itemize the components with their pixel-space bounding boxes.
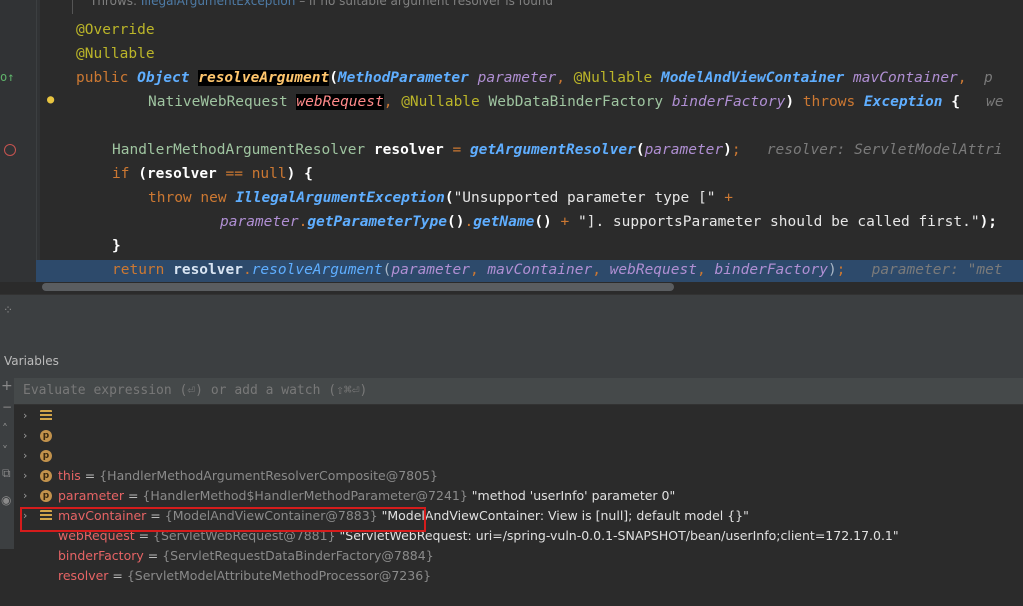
code-line-override: @Override [76, 22, 155, 38]
expand-chevron-icon[interactable]: › [23, 446, 31, 466]
param-icon: p [40, 470, 52, 482]
variable-row-mavcontainer[interactable]: › p mavContainer = {ModelAndViewContaine… [14, 446, 749, 523]
javadoc-exception-link[interactable]: IllegalArgumentException [141, 0, 296, 8]
expand-chevron-icon[interactable]: › [23, 406, 31, 426]
implements-gutter-icon[interactable]: o↑ [0, 70, 14, 84]
code-editor[interactable]: Throws: IllegalArgumentException – if no… [0, 0, 1023, 294]
debugger-subbar [0, 321, 1023, 347]
code-line-throw-message: parameter.getParameterType().getName() +… [220, 214, 998, 230]
code-line-method-signature: public Object resolveArgument(MethodPara… [76, 70, 993, 86]
code-line-get-resolver: HandlerMethodArgumentResolver resolver =… [112, 142, 1003, 158]
code-line-throw: throw new IllegalArgumentException("Unsu… [148, 190, 733, 206]
javadoc-throws: Throws: IllegalArgumentException – if no… [90, 0, 553, 8]
code-line-if-null: if (resolver == null) { [112, 166, 313, 182]
watch-input[interactable]: Evaluate expression (⏎) or add a watch (… [14, 378, 1023, 405]
code-line-return: return resolver.resolveArgument(paramete… [112, 262, 1003, 278]
breakpoint-icon[interactable] [4, 144, 16, 156]
doc-fold-bar [72, 0, 73, 14]
variable-row-webrequest[interactable]: › p webRequest = {ServletWebRequest@7881… [14, 466, 899, 543]
view-icon[interactable]: ◉ [1, 493, 11, 507]
variables-title: Variables [4, 354, 59, 368]
code-line-signature-cont: NativeWebRequest webRequest, @Nullable W… [148, 94, 1004, 110]
code-line-close-brace: } [112, 238, 121, 254]
variable-row-parameter[interactable]: › p parameter = {HandlerMethod$HandlerMe… [14, 426, 675, 503]
code-line-nullable: @Nullable [76, 46, 155, 62]
param-icon: p [40, 490, 52, 502]
highlight-box-resolver [20, 507, 426, 532]
horizontal-scrollbar[interactable] [42, 283, 674, 291]
remove-watch-icon[interactable]: − [2, 400, 12, 414]
debugger-toolbar: ⁘ [0, 294, 1023, 322]
move-up-icon[interactable]: ˄ [2, 422, 8, 436]
variable-row-binderfactory[interactable]: › p binderFactory = {ServletRequestDataB… [14, 486, 434, 563]
variable-row-this[interactable]: › this = {HandlerMethodArgumentResolverC… [14, 406, 438, 483]
copy-icon[interactable]: ⧉ [2, 466, 11, 481]
param-icon: p [40, 450, 52, 462]
expand-chevron-icon[interactable]: › [23, 426, 31, 446]
expand-chevron-icon[interactable]: › [23, 466, 31, 486]
param-icon: p [40, 430, 52, 442]
layout-icon[interactable]: ⁘ [3, 303, 13, 317]
debugger-side-toolbar: + − ˄ ˅ ⧉ ◉ [0, 378, 15, 549]
expand-chevron-icon[interactable]: › [23, 486, 31, 506]
gutter-divider [36, 0, 37, 294]
move-down-icon[interactable]: ˅ [2, 444, 8, 458]
lightbulb-icon[interactable]: ● [47, 92, 54, 106]
field-icon [40, 410, 52, 422]
add-watch-icon[interactable]: + [1, 378, 13, 394]
